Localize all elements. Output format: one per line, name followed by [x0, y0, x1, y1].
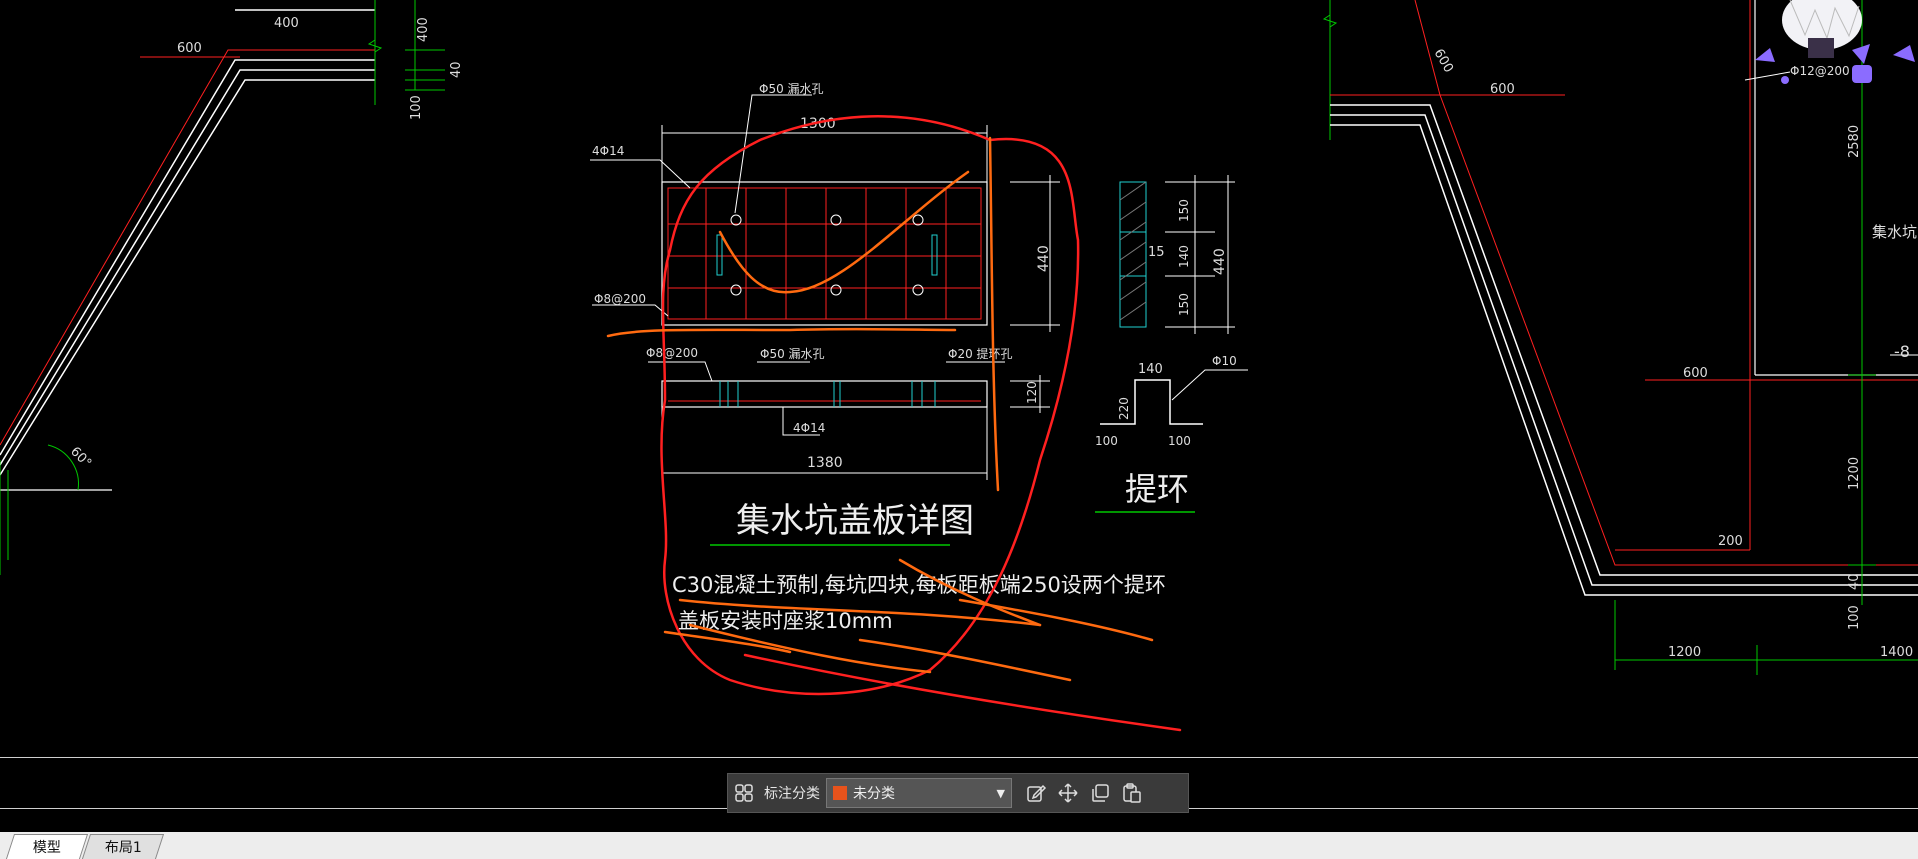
cover-plate-section-text: Φ8@200 Φ50 漏水孔 Φ20 提环孔 4Φ14 1380 120	[646, 346, 1039, 471]
dim-100-vert: 100	[409, 95, 424, 120]
detail-title: 集水坑盖板详图	[736, 501, 974, 541]
left-pit-dims: 400 600 400 40 100 60°	[67, 16, 464, 471]
cad-application: { "drawing": { "title": "集水坑盖板详图", "note…	[0, 0, 1918, 859]
dim-120: 120	[1025, 381, 1039, 404]
edit-icon[interactable]	[1020, 777, 1052, 809]
dim-600-right: 600	[1490, 82, 1515, 97]
dim-150b: 150	[1177, 293, 1191, 316]
dim-40-right: 40	[1847, 573, 1862, 590]
chevron-down-icon: ▼	[996, 786, 1005, 800]
tab-layout-label: 布局1	[104, 840, 142, 856]
label-phi12: Φ12@200	[1790, 64, 1850, 78]
label-drain-hole-top: Φ50 漏水孔	[759, 82, 824, 96]
cover-plate-plan-text: Φ50 漏水孔 1300 4Φ14 Φ8@200 440	[592, 82, 1052, 306]
tab-model[interactable]: 模型	[5, 834, 89, 859]
dim-400-top: 400	[274, 16, 299, 31]
annotation-toolbar: 标注分类 未分类 ▼	[727, 773, 1189, 813]
dim-200: 200	[1718, 534, 1743, 549]
dim-1200-vert: 1200	[1847, 457, 1862, 490]
dim-100-left: 100	[1095, 434, 1118, 448]
left-pit-section	[0, 0, 445, 575]
dim-600-top-left: 600	[177, 41, 202, 56]
right-pit-section	[1322, 0, 1918, 675]
category-color-swatch	[833, 786, 847, 800]
dim-600-mid: 600	[1683, 366, 1708, 381]
category-label: 标注分类	[764, 786, 820, 802]
dim-1380: 1380	[807, 455, 843, 471]
dim-100-right: 100	[1168, 434, 1191, 448]
lifting-hook-detail	[1095, 175, 1248, 513]
label-4phi14-bottom: 4Φ14	[793, 421, 825, 435]
dim-220: 220	[1117, 397, 1131, 420]
note-line-1: C30混凝土预制,每坑四块,每板距板端250设两个提环	[672, 573, 1166, 597]
lifting-hook-text: 150 140 150 440 15 140 220 100 100 Φ10 提…	[1095, 199, 1237, 508]
label-minus8: -8	[1894, 342, 1910, 361]
dim-400-vert: 400	[416, 17, 431, 42]
tab-model-label: 模型	[32, 840, 61, 856]
hook-title: 提环	[1125, 470, 1189, 508]
layout-tab-bar: 模型 布局1	[0, 832, 1918, 859]
category-value: 未分类	[853, 786, 895, 802]
move-icon[interactable]	[1052, 777, 1084, 809]
label-hook-phi10: Φ10	[1212, 354, 1237, 368]
category-select[interactable]: 未分类 ▼	[826, 778, 1012, 808]
dim-440-plan: 440	[1036, 245, 1052, 272]
grid-icon[interactable]	[728, 777, 760, 809]
tab-layout-1[interactable]: 布局1	[81, 834, 165, 859]
label-4phi14-top: 4Φ14	[592, 144, 624, 158]
label-phi8-section: Φ8@200	[646, 346, 698, 360]
command-line-top-border	[0, 757, 1918, 758]
dim-40-vert: 40	[449, 61, 464, 78]
dim-150a: 150	[1177, 199, 1191, 222]
drawing-canvas[interactable]: 400 600 400 40 100 60° Φ50 漏水孔 1300 4Φ14…	[0, 0, 1918, 859]
dim-2580: 2580	[1847, 125, 1862, 158]
dim-1400-bottom: 1400	[1880, 645, 1913, 660]
cover-plate-section	[648, 361, 1050, 480]
dim-100-right: 100	[1847, 605, 1862, 630]
label-lift-hole: Φ20 提环孔	[948, 346, 1013, 361]
dim-15: 15	[1148, 245, 1165, 260]
dim-440-hook: 440	[1212, 248, 1228, 275]
right-pit-text: 600 600 Φ12@200 2580 集水坑 -8 600 1200 200…	[1431, 47, 1917, 661]
label-sump: 集水坑	[1872, 223, 1917, 241]
label-phi8-plan: Φ8@200	[594, 292, 646, 306]
dim-140: 140	[1177, 245, 1191, 268]
copy-icon[interactable]	[1084, 777, 1116, 809]
dim-600-diag: 600	[1431, 47, 1456, 76]
markup-annotations[interactable]	[606, 115, 1182, 732]
dim-140-hook: 140	[1138, 362, 1163, 377]
angle-label: 60°	[67, 444, 94, 471]
paste-icon[interactable]	[1116, 777, 1148, 809]
dim-1300: 1300	[800, 116, 836, 132]
dim-1200-bottom: 1200	[1668, 645, 1701, 660]
label-drain-hole-section: Φ50 漏水孔	[760, 347, 825, 361]
